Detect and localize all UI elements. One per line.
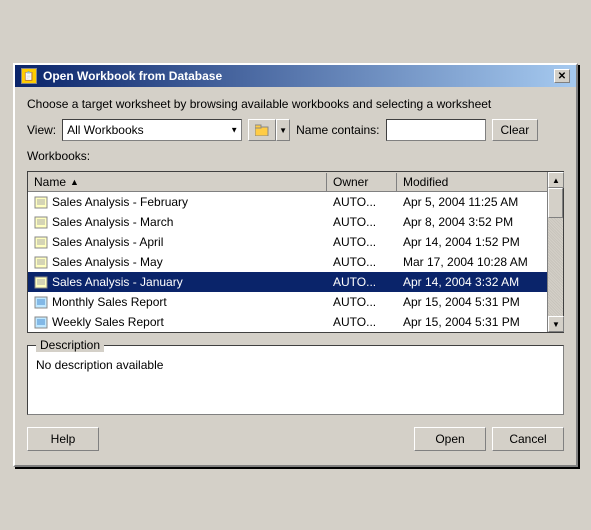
scroll-down-button[interactable]: ▼ (548, 316, 564, 332)
cell-modified: Apr 15, 2004 5:31 PM (397, 293, 547, 311)
cell-name: Sales Analysis - May (28, 253, 327, 271)
name-contains-label: Name contains: (296, 123, 379, 137)
instruction-text: Choose a target worksheet by browsing av… (27, 97, 564, 111)
description-container: Description No description available (27, 345, 564, 415)
table-row[interactable]: Sales Analysis - March AUTO... Apr 8, 20… (28, 212, 547, 232)
workbooks-label: Workbooks: (27, 149, 564, 163)
cell-name: Weekly Sales Report (28, 313, 327, 331)
open-button[interactable]: Open (414, 427, 486, 451)
table-row[interactable]: Weekly Sales Report AUTO... Apr 15, 2004… (28, 312, 547, 332)
workbook-icon (34, 276, 48, 289)
help-button[interactable]: Help (27, 427, 99, 451)
report-icon (34, 296, 48, 309)
table-row[interactable]: Sales Analysis - February AUTO... Apr 5,… (28, 192, 547, 212)
cell-owner: AUTO... (327, 273, 397, 291)
title-bar: 📋 Open Workbook from Database ✕ (15, 65, 576, 87)
table-row[interactable]: Sales Analysis - May AUTO... Mar 17, 200… (28, 252, 547, 272)
close-button[interactable]: ✕ (554, 69, 570, 83)
table-body: Sales Analysis - February AUTO... Apr 5,… (28, 192, 547, 332)
cell-modified: Apr 14, 2004 1:52 PM (397, 233, 547, 251)
view-row: View: All Workbooks My Workbooks Recent … (27, 119, 564, 141)
dialog-body: Choose a target worksheet by browsing av… (15, 87, 576, 465)
title-bar-content: 📋 Open Workbook from Database (21, 68, 222, 84)
view-label: View: (27, 123, 56, 137)
scroll-up-button[interactable]: ▲ (548, 172, 564, 188)
view-select-wrapper: All Workbooks My Workbooks Recent Workbo… (62, 119, 242, 141)
workbook-icon (34, 196, 48, 209)
folder-icon (255, 124, 269, 136)
col-header-modified[interactable]: Modified (397, 173, 547, 191)
description-box: Description No description available (27, 345, 564, 415)
table-row[interactable]: Monthly Sales Report AUTO... Apr 15, 200… (28, 292, 547, 312)
cell-owner: AUTO... (327, 233, 397, 251)
browse-dropdown-button[interactable]: ▼ (276, 119, 290, 141)
description-legend: Description (36, 338, 104, 352)
col-header-owner[interactable]: Owner (327, 173, 397, 191)
cell-modified: Mar 17, 2004 10:28 AM (397, 253, 547, 271)
report-icon (34, 316, 48, 329)
col-header-name[interactable]: Name ▲ (28, 173, 327, 191)
cell-name: Sales Analysis - February (28, 193, 327, 211)
table-row[interactable]: Sales Analysis - January AUTO... Apr 14,… (28, 272, 547, 292)
cell-name: Sales Analysis - January (28, 273, 327, 291)
sort-arrow-name: ▲ (70, 177, 79, 187)
cell-owner: AUTO... (327, 253, 397, 271)
open-workbook-dialog: 📋 Open Workbook from Database ✕ Choose a… (13, 63, 578, 467)
cell-owner: AUTO... (327, 313, 397, 331)
workbooks-table: Name ▲ Owner Modified Sales Analysis - F… (28, 172, 547, 332)
icon-button-group: ▼ (248, 119, 290, 141)
view-select[interactable]: All Workbooks My Workbooks Recent Workbo… (62, 119, 242, 141)
cell-name: Monthly Sales Report (28, 293, 327, 311)
cancel-button[interactable]: Cancel (492, 427, 564, 451)
cell-modified: Apr 5, 2004 11:25 AM (397, 193, 547, 211)
right-buttons: Open Cancel (414, 427, 564, 451)
cell-modified: Apr 14, 2004 3:32 AM (397, 273, 547, 291)
clear-button[interactable]: Clear (492, 119, 539, 141)
cell-owner: AUTO... (327, 193, 397, 211)
workbooks-table-wrapper: Name ▲ Owner Modified Sales Analysis - F… (27, 171, 564, 333)
scroll-thumb[interactable] (548, 188, 563, 218)
cell-modified: Apr 15, 2004 5:31 PM (397, 313, 547, 331)
table-header: Name ▲ Owner Modified (28, 172, 547, 192)
dialog-title: Open Workbook from Database (43, 69, 222, 83)
cell-name: Sales Analysis - April (28, 233, 327, 251)
scrollbar[interactable]: ▲ ▼ (547, 172, 563, 332)
cell-owner: AUTO... (327, 213, 397, 231)
button-row: Help Open Cancel (27, 423, 564, 455)
browse-icon-button[interactable] (248, 119, 276, 141)
workbook-icon (34, 236, 48, 249)
workbook-icon (34, 216, 48, 229)
cell-name: Sales Analysis - March (28, 213, 327, 231)
name-contains-input[interactable] (386, 119, 486, 141)
cell-modified: Apr 8, 2004 3:52 PM (397, 213, 547, 231)
description-text: No description available (36, 358, 555, 372)
scroll-track (548, 188, 563, 316)
table-row[interactable]: Sales Analysis - April AUTO... Apr 14, 2… (28, 232, 547, 252)
dialog-icon: 📋 (21, 68, 37, 84)
workbook-icon (34, 256, 48, 269)
cell-owner: AUTO... (327, 293, 397, 311)
